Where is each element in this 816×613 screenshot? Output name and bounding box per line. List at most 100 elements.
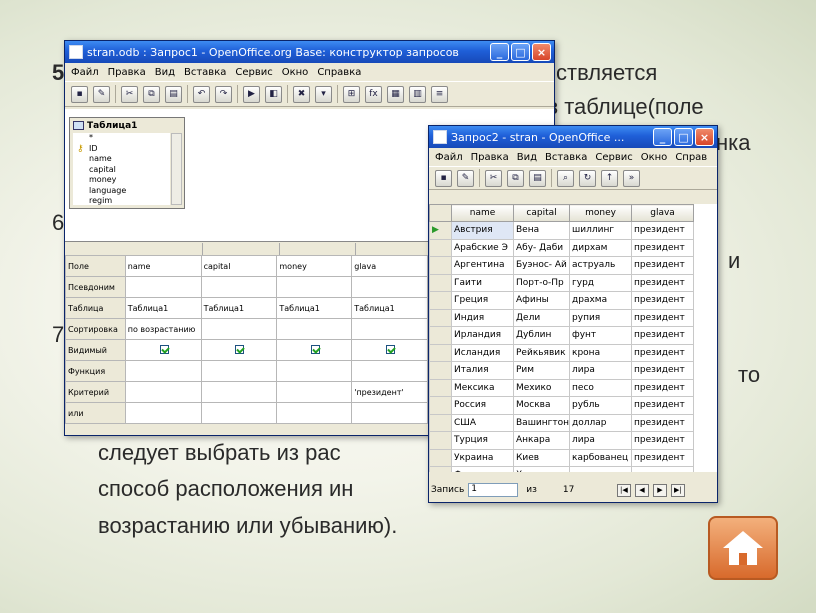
delete-table-icon[interactable]: ✖: [293, 85, 310, 103]
table-cell[interactable]: Москва: [512, 396, 571, 415]
more-icon[interactable]: »: [623, 169, 640, 187]
close-button[interactable]: ×: [532, 43, 551, 61]
table-row[interactable]: Исландия Рейкьявик крона президент: [429, 343, 695, 362]
table-cell[interactable]: Мехико: [512, 378, 571, 397]
field-cell[interactable]: money: [276, 255, 353, 277]
redo-icon[interactable]: ↷: [215, 85, 232, 103]
first-record-icon[interactable]: |◀: [616, 483, 631, 497]
design-view-icon[interactable]: ◧: [265, 85, 282, 103]
row-header[interactable]: [429, 361, 452, 380]
table-cell[interactable]: драхма: [569, 291, 633, 310]
table-cell[interactable]: президент: [631, 343, 695, 362]
table-cell[interactable]: Дели: [512, 308, 571, 327]
alias-cell[interactable]: [276, 276, 353, 298]
minimize-button[interactable]: _: [653, 128, 672, 146]
or-cell[interactable]: [200, 402, 278, 424]
table-cell[interactable]: Австрия: [451, 221, 514, 240]
table-cell[interactable]: крона: [569, 343, 633, 362]
table-name-icon[interactable]: ▦: [387, 85, 404, 103]
field-cell[interactable]: name: [124, 255, 202, 277]
cut-icon[interactable]: ✂: [121, 85, 138, 103]
sort-cell[interactable]: [276, 318, 353, 340]
table-cell[interactable]: США: [451, 413, 514, 432]
next-record-icon[interactable]: ▶: [652, 483, 667, 497]
table-row[interactable]: Аргентина Буэнос- Ай аструаль президент: [429, 256, 695, 275]
menu-file[interactable]: Файл: [435, 152, 463, 163]
menu-window[interactable]: Окно: [282, 67, 309, 78]
row-header[interactable]: [429, 466, 452, 472]
table-cell[interactable]: Афины: [512, 291, 571, 310]
field-item-primary-key[interactable]: ID: [89, 144, 170, 155]
current-row-indicator[interactable]: ▶: [429, 221, 452, 240]
table-cell[interactable]: президент: [631, 431, 695, 450]
table-cell[interactable]: доллар: [569, 413, 633, 432]
table-box-scrollbar[interactable]: [171, 133, 182, 205]
table-cell[interactable]: песо: [569, 378, 633, 397]
field-item[interactable]: name: [89, 154, 170, 165]
visible-checkbox[interactable]: [159, 344, 169, 354]
table-cell[interactable]: президент: [631, 221, 695, 240]
find-icon[interactable]: ⌕: [557, 169, 574, 187]
column-header[interactable]: capital: [512, 204, 571, 222]
edit-icon[interactable]: ✎: [93, 85, 110, 103]
field-item[interactable]: capital: [89, 165, 170, 176]
table-row[interactable]: Ирландия Дублин фунт президент: [429, 326, 695, 345]
table-cell[interactable]: гурд: [569, 273, 633, 292]
table-cell[interactable]: президент: [631, 378, 695, 397]
table-row[interactable]: ФинляндияХельсинкимаркапрезидент: [429, 466, 695, 472]
menu-file[interactable]: Файл: [71, 67, 99, 78]
row-header[interactable]: [429, 431, 452, 450]
column-header[interactable]: name: [451, 204, 514, 222]
cut-icon[interactable]: ✂: [485, 169, 502, 187]
dropdown-icon[interactable]: ▾: [315, 85, 332, 103]
row-header[interactable]: [429, 413, 452, 432]
table-row[interactable]: Мексика Мехико песо президент: [429, 378, 695, 397]
row-header[interactable]: [429, 396, 452, 415]
table-cell[interactable]: Ирландия: [451, 326, 514, 345]
criteria-cell[interactable]: [124, 381, 202, 403]
last-record-icon[interactable]: ▶|: [670, 483, 685, 497]
table-cell[interactable]: Таблица1: [124, 297, 202, 319]
table-cell[interactable]: Таблица1: [276, 297, 353, 319]
table-cell[interactable]: лира: [569, 431, 633, 450]
table-cell[interactable]: Киев: [512, 448, 571, 467]
criteria-cell[interactable]: [200, 381, 278, 403]
table-cell[interactable]: Абу- Даби: [512, 238, 571, 257]
table-cell[interactable]: Арабские Э: [451, 238, 514, 257]
table-cell[interactable]: президент: [631, 308, 695, 327]
field-cell[interactable]: capital: [200, 255, 278, 277]
table-cell[interactable]: фунт: [569, 326, 633, 345]
table-cell[interactable]: лира: [569, 361, 633, 380]
table-cell[interactable]: президент: [631, 273, 695, 292]
edit-icon[interactable]: ✎: [457, 169, 474, 187]
table-cell[interactable]: шиллинг: [569, 221, 633, 240]
save-icon[interactable]: ▪: [435, 169, 452, 187]
sort-cell[interactable]: [351, 318, 429, 340]
field-item[interactable]: *: [89, 133, 170, 144]
table-row[interactable]: Украина Киев карбованец президент: [429, 448, 695, 467]
table-cell[interactable]: Индия: [451, 308, 514, 327]
or-cell[interactable]: [276, 402, 353, 424]
table-cell[interactable]: Финляндия: [451, 466, 514, 472]
table-row[interactable]: Россия Москва рубль президент: [429, 396, 695, 415]
table-row[interactable]: Италия Рим лира президент: [429, 361, 695, 380]
copy-icon[interactable]: ⧉: [143, 85, 160, 103]
table-cell[interactable]: дирхам: [569, 238, 633, 257]
function-icon[interactable]: fx: [365, 85, 382, 103]
menu-edit[interactable]: Правка: [108, 67, 146, 78]
menu-window[interactable]: Окно: [641, 152, 668, 163]
criteria-cell[interactable]: [276, 381, 353, 403]
result-titlebar[interactable]: Запрос2 - stran - OpenOffice ... _ □ ×: [429, 126, 717, 148]
row-header[interactable]: [429, 448, 452, 467]
table-cell[interactable]: Турция: [451, 431, 514, 450]
field-item[interactable]: money: [89, 175, 170, 186]
table-cell[interactable]: президент: [631, 256, 695, 275]
table-cell[interactable]: Гаити: [451, 273, 514, 292]
table-cell[interactable]: Таблица1: [200, 297, 278, 319]
table-cell[interactable]: президент: [631, 291, 695, 310]
row-header[interactable]: [429, 238, 452, 257]
copy-icon[interactable]: ⧉: [507, 169, 524, 187]
table-cell[interactable]: президент: [631, 326, 695, 345]
column-header[interactable]: money: [569, 204, 633, 222]
table-cell[interactable]: Исландия: [451, 343, 514, 362]
